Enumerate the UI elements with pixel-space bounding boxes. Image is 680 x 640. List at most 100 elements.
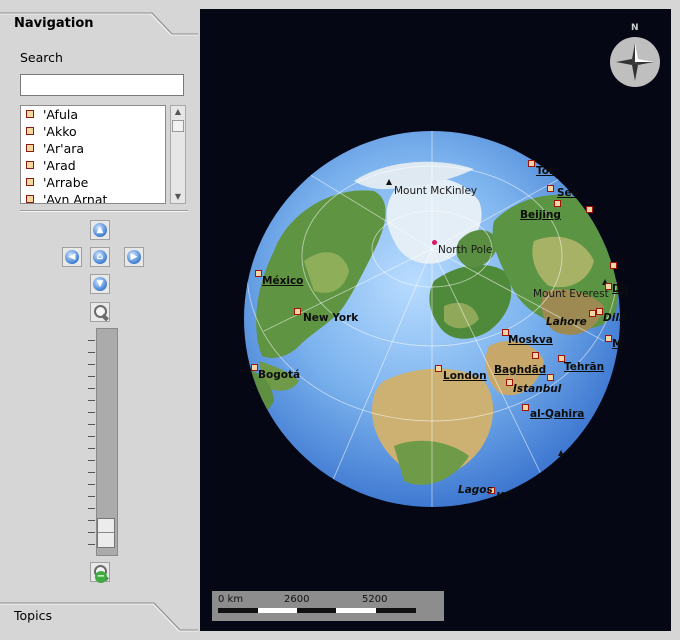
compass-rose-icon[interactable] [610,37,660,87]
zoom-tick [88,460,95,461]
city-label[interactable]: Seo [557,187,579,199]
city-marker-icon[interactable] [506,379,513,386]
zoom-out-button[interactable]: − [90,562,110,583]
city-marker-icon [26,195,34,203]
scale-segment [258,608,297,613]
city-marker-icon[interactable] [435,365,442,372]
city-marker-icon[interactable] [589,310,596,317]
city-label[interactable]: Tehrān [564,361,604,373]
city-label[interactable]: Bogotá [258,369,300,381]
peak-label: Mount McKinley [394,185,478,197]
city-marker-icon[interactable] [586,206,593,213]
peak-marker-icon [558,450,564,456]
city-marker-icon[interactable] [255,270,262,277]
city-marker-icon [26,110,34,118]
city-marker-icon[interactable] [294,308,301,315]
city-marker-icon[interactable] [547,185,554,192]
scale-segment [297,608,336,613]
city-label[interactable]: New York [303,312,358,324]
divider [20,210,188,212]
scroll-up-icon[interactable]: ▲ [172,106,184,118]
list-item-label: 'Ayn Arnat [43,192,108,204]
city-marker-icon[interactable] [605,283,612,290]
city-marker-icon[interactable] [528,160,535,167]
city-marker-icon[interactable] [554,200,561,207]
zoom-tick [88,412,95,413]
city-label[interactable]: Tok [536,165,556,177]
arrow-right-icon: ▶ [127,250,141,264]
city-marker-icon[interactable] [605,335,612,342]
peak-marker-icon [386,179,392,185]
list-scrollbar[interactable]: ▲ ▼ [170,105,186,204]
city-label[interactable]: Istanbul [513,383,561,395]
list-item[interactable]: 'Akko [21,123,165,140]
zoom-tick [88,508,95,509]
city-marker-icon [26,178,34,186]
zoom-tick [88,400,95,401]
city-label[interactable]: Moskva [508,334,553,346]
city-marker-icon[interactable] [596,308,603,315]
city-label[interactable]: al-Qahira [530,408,584,420]
list-item[interactable]: 'Afula [21,106,165,123]
move-left-button[interactable]: ◀ [62,247,82,267]
home-button[interactable]: ⌂ [90,247,110,267]
list-item[interactable]: 'Arrabe [21,174,165,191]
zoom-tick [88,364,95,365]
zoom-tick [88,388,95,389]
city-label[interactable]: México [262,275,303,287]
city-label[interactable]: Lagos [458,484,493,496]
pole-label: North Pole [438,244,493,256]
zoom-tick [88,472,95,473]
scale-label: 0 km [218,594,244,605]
city-label[interactable]: Lahore [546,316,587,328]
city-marker-icon[interactable] [547,374,554,381]
zoom-tick [88,448,95,449]
arrow-left-icon: ◀ [65,250,79,264]
list-item-label: 'Ar'ara [43,141,85,156]
scale-label: 5200 [362,594,388,605]
city-label[interactable]: Baghdād [494,364,546,376]
scale-segment [376,608,416,613]
city-marker-icon [26,161,34,169]
list-item-label: 'Afula [43,107,78,122]
scale-bar: 0 km 2600 5200 [212,591,444,621]
city-label[interactable]: Ki [496,491,508,503]
zoom-tick [88,532,95,533]
zoom-slider[interactable] [96,328,118,556]
list-item[interactable]: 'Ayn Arnat [21,191,165,204]
north-pole-marker-icon [432,240,437,245]
slider-thumb[interactable] [97,518,115,548]
move-up-button[interactable]: ▲ [90,220,110,240]
zoom-in-button[interactable] [90,302,110,322]
city-marker-icon [26,127,34,135]
place-list[interactable]: 'Afula 'Akko 'Ar'ara 'Arad 'Arrabe 'Ayn … [20,105,166,204]
city-marker-icon[interactable] [522,404,529,411]
scale-segment [218,608,258,613]
zoom-tick [88,496,95,497]
navigation-panel: Navigation Search 'Afula 'Akko 'Ar'ara '… [0,0,198,640]
map-view[interactable]: N Mount McKinley North Pole Mount Everes… [200,9,671,631]
city-marker-icon[interactable] [610,262,617,269]
city-label[interactable]: M [612,338,622,350]
list-item[interactable]: 'Ar'ara [21,140,165,157]
scale-segment [336,608,376,613]
move-right-button[interactable]: ▶ [124,247,144,267]
city-label[interactable]: Beijing [520,209,561,221]
navigation-header[interactable]: Navigation [0,10,198,36]
city-marker-icon[interactable] [251,364,258,371]
city-label[interactable]: Dh [612,283,628,295]
city-marker-icon [26,144,34,152]
list-item[interactable]: 'Arad [21,157,165,174]
navigation-title: Navigation [14,16,94,31]
city-label[interactable]: Dilli [603,312,626,324]
compass-north-label: N [631,23,639,33]
scroll-thumb[interactable] [172,120,184,132]
city-marker-icon[interactable] [532,352,539,359]
search-input[interactable] [20,74,184,96]
city-label[interactable]: London [443,370,487,382]
list-item-label: 'Akko [43,124,77,139]
move-down-button[interactable]: ▼ [90,274,110,294]
topics-title: Topics [14,608,52,623]
zoom-tick [88,352,95,353]
scroll-down-icon[interactable]: ▼ [172,191,184,203]
